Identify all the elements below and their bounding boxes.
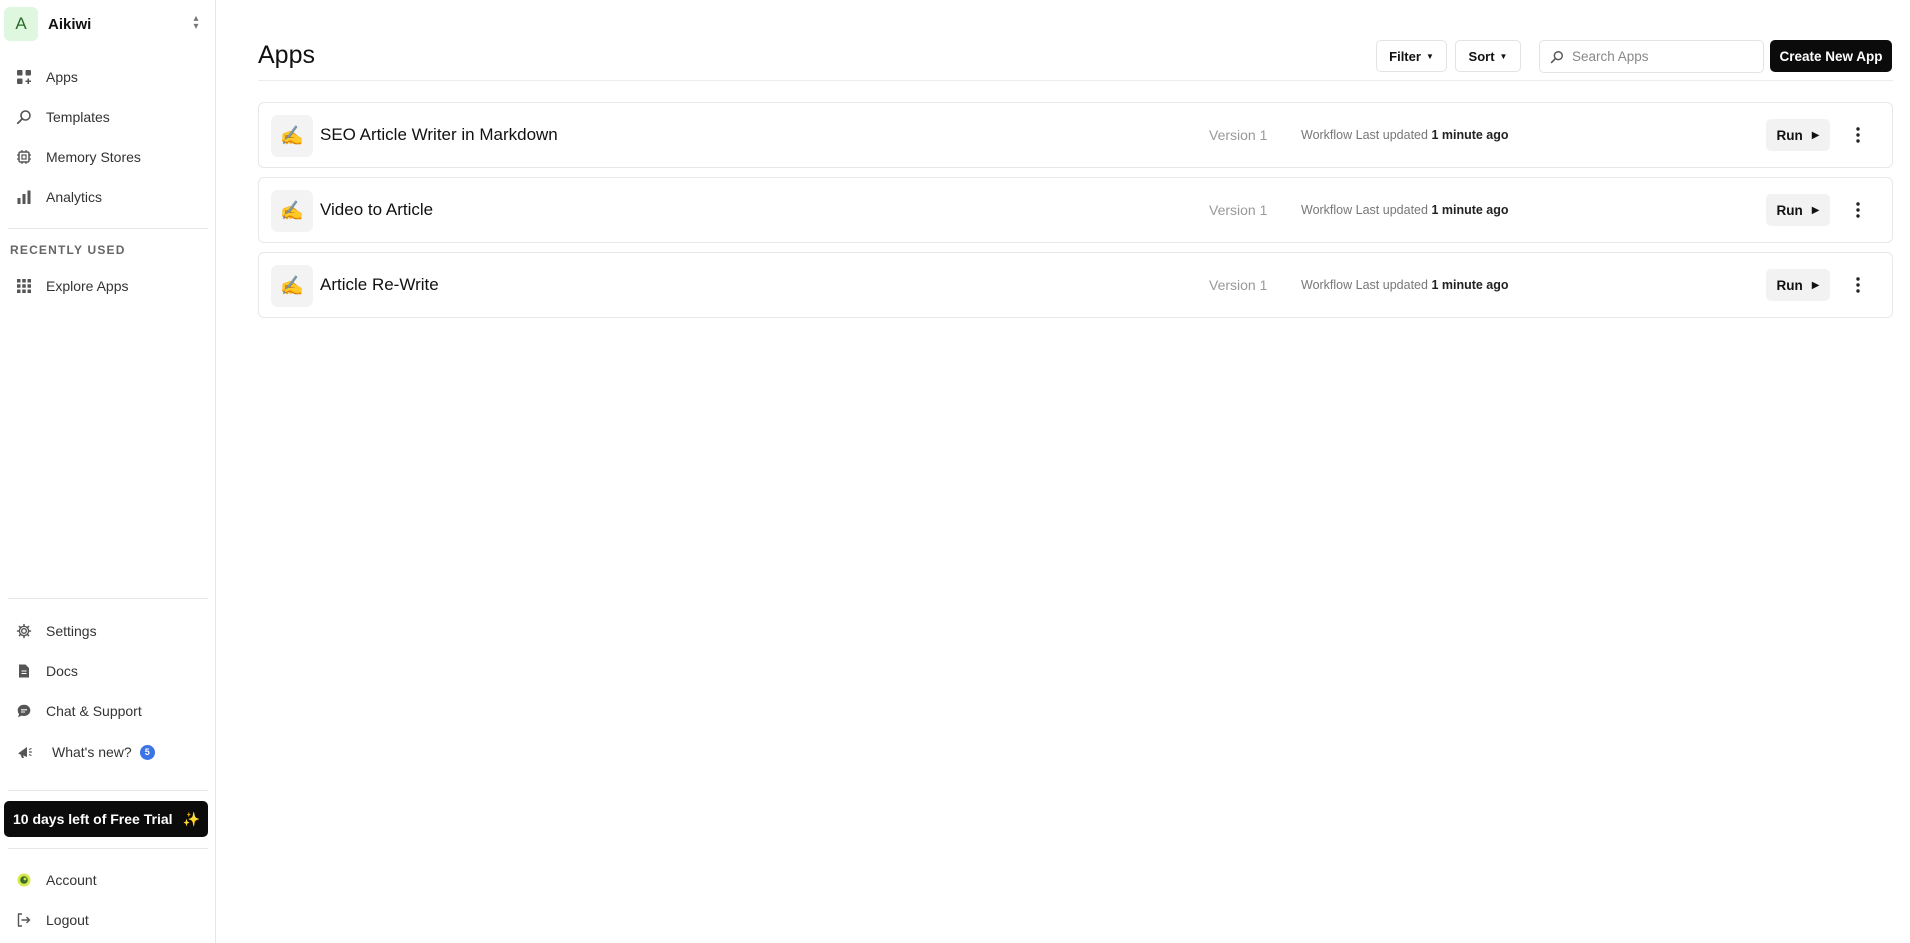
sidebar-item-logout[interactable]: Logout bbox=[4, 903, 208, 937]
sidebar-divider bbox=[8, 848, 208, 849]
caret-down-icon: ▼ bbox=[1425, 51, 1434, 61]
app-version: Version 1 bbox=[1209, 202, 1268, 218]
sidebar-item-label: Memory Stores bbox=[46, 149, 141, 165]
search-icon bbox=[1550, 50, 1563, 63]
filter-button[interactable]: Filter ▼ bbox=[1376, 40, 1447, 72]
workspace-avatar: A bbox=[4, 7, 38, 41]
search-icon bbox=[14, 107, 34, 127]
app-name[interactable]: Video to Article bbox=[320, 200, 433, 220]
app-version: Version 1 bbox=[1209, 277, 1268, 293]
app-name[interactable]: SEO Article Writer in Markdown bbox=[320, 125, 558, 145]
run-button[interactable]: Run ▶ bbox=[1766, 269, 1830, 301]
notification-badge: 5 bbox=[139, 744, 155, 760]
sidebar-item-explore-apps[interactable]: Explore Apps bbox=[4, 269, 208, 303]
sidebar-item-label: Logout bbox=[46, 912, 89, 928]
gear-icon bbox=[14, 621, 34, 641]
create-new-app-button[interactable]: Create New App bbox=[1770, 40, 1892, 72]
app-type: Workflow bbox=[1301, 278, 1353, 292]
kebab-menu-icon bbox=[1856, 202, 1860, 218]
sidebar-divider bbox=[8, 598, 208, 599]
app-type: Workflow bbox=[1301, 128, 1353, 142]
play-icon: ▶ bbox=[1811, 204, 1820, 216]
sidebar-item-label: Chat & Support bbox=[46, 703, 142, 719]
main-content: Apps Filter▼ Sort▼ Create New App ✍️ SEO… bbox=[217, 0, 1910, 943]
sidebar-item-templates[interactable]: Templates bbox=[4, 100, 208, 134]
app-updated-prefix: Last updated bbox=[1355, 128, 1428, 142]
section-label-recently-used: RECENTLY USED bbox=[10, 243, 126, 257]
app-meta: Workflow Last updated 1 minute ago bbox=[1301, 203, 1509, 217]
logout-icon bbox=[14, 910, 34, 930]
more-options-button[interactable] bbox=[1844, 271, 1872, 299]
app-updated-time: 1 minute ago bbox=[1431, 203, 1509, 217]
app-updated-time: 1 minute ago bbox=[1431, 278, 1509, 292]
dots-grid-icon bbox=[14, 276, 34, 296]
sidebar: A Aikiwi ▴ ▾ Apps Templates Memory Stores… bbox=[0, 0, 216, 943]
kebab-menu-icon bbox=[1856, 277, 1860, 293]
header-divider bbox=[258, 80, 1893, 81]
more-options-button[interactable] bbox=[1844, 121, 1872, 149]
writing-hand-icon: ✍️ bbox=[271, 190, 313, 232]
caret-down-icon: ▼ bbox=[1499, 51, 1508, 61]
app-version: Version 1 bbox=[1209, 127, 1268, 143]
sidebar-item-docs[interactable]: Docs bbox=[4, 654, 208, 688]
app-row[interactable]: ✍️ SEO Article Writer in Markdown Versio… bbox=[258, 102, 1893, 168]
more-options-button[interactable] bbox=[1844, 196, 1872, 224]
app-meta: Workflow Last updated 1 minute ago bbox=[1301, 128, 1509, 142]
sidebar-item-label: Apps bbox=[46, 69, 78, 85]
chip-icon bbox=[14, 147, 34, 167]
search-input[interactable] bbox=[1572, 49, 1752, 64]
app-row[interactable]: ✍️ Video to Article Version 1 Workflow L… bbox=[258, 177, 1893, 243]
sidebar-item-settings[interactable]: Settings bbox=[4, 614, 208, 648]
sidebar-divider bbox=[8, 228, 208, 229]
sidebar-item-label: Settings bbox=[46, 623, 97, 639]
writing-hand-icon: ✍️ bbox=[271, 115, 313, 157]
megaphone-icon bbox=[14, 742, 34, 762]
sidebar-item-label: Templates bbox=[46, 109, 110, 125]
app-row[interactable]: ✍️ Article Re-Write Version 1 Workflow L… bbox=[258, 252, 1893, 318]
sidebar-item-apps[interactable]: Apps bbox=[4, 60, 208, 94]
run-button[interactable]: Run ▶ bbox=[1766, 119, 1830, 151]
sidebar-item-memory-stores[interactable]: Memory Stores bbox=[4, 140, 208, 174]
sidebar-item-label: Analytics bbox=[46, 189, 103, 205]
kebab-menu-icon bbox=[1856, 127, 1860, 143]
sidebar-divider bbox=[8, 790, 208, 791]
sidebar-item-label: Explore Apps bbox=[46, 278, 129, 294]
writing-hand-icon: ✍️ bbox=[271, 265, 313, 307]
sidebar-item-account[interactable]: Account bbox=[4, 863, 208, 897]
play-icon: ▶ bbox=[1811, 279, 1820, 291]
avatar-icon bbox=[14, 870, 34, 890]
run-button[interactable]: Run ▶ bbox=[1766, 194, 1830, 226]
grid-plus-icon bbox=[14, 67, 34, 87]
workspace-switcher[interactable]: A Aikiwi ▴ ▾ bbox=[4, 5, 208, 43]
sidebar-item-analytics[interactable]: Analytics bbox=[4, 180, 208, 214]
chat-icon bbox=[14, 701, 34, 721]
page-title: Apps bbox=[258, 41, 315, 69]
sparkle-icon: ✨ bbox=[182, 810, 200, 827]
free-trial-banner[interactable]: 10 days left of Free Trial ✨ bbox=[4, 801, 208, 837]
app-type: Workflow bbox=[1301, 203, 1353, 217]
app-meta: Workflow Last updated 1 minute ago bbox=[1301, 278, 1509, 292]
sidebar-item-whats-new[interactable]: What's new? 5 bbox=[4, 735, 208, 769]
app-name[interactable]: Article Re-Write bbox=[320, 275, 439, 295]
sidebar-item-label: What's new? bbox=[52, 744, 132, 760]
app-updated-prefix: Last updated bbox=[1355, 278, 1428, 292]
bar-chart-icon bbox=[14, 187, 34, 207]
document-icon bbox=[14, 661, 34, 681]
play-icon: ▶ bbox=[1811, 129, 1820, 141]
sidebar-item-chat-support[interactable]: Chat & Support bbox=[4, 694, 208, 728]
free-trial-text: 10 days left of Free Trial bbox=[13, 811, 173, 827]
search-box bbox=[1539, 40, 1764, 73]
app-updated-prefix: Last updated bbox=[1355, 203, 1428, 217]
app-updated-time: 1 minute ago bbox=[1431, 128, 1509, 142]
chevron-updown-icon: ▴ ▾ bbox=[193, 13, 199, 32]
sort-button[interactable]: Sort ▼ bbox=[1455, 40, 1521, 72]
sidebar-item-label: Docs bbox=[46, 663, 78, 679]
sidebar-item-label: Account bbox=[46, 872, 97, 888]
workspace-name: Aikiwi bbox=[48, 15, 92, 33]
